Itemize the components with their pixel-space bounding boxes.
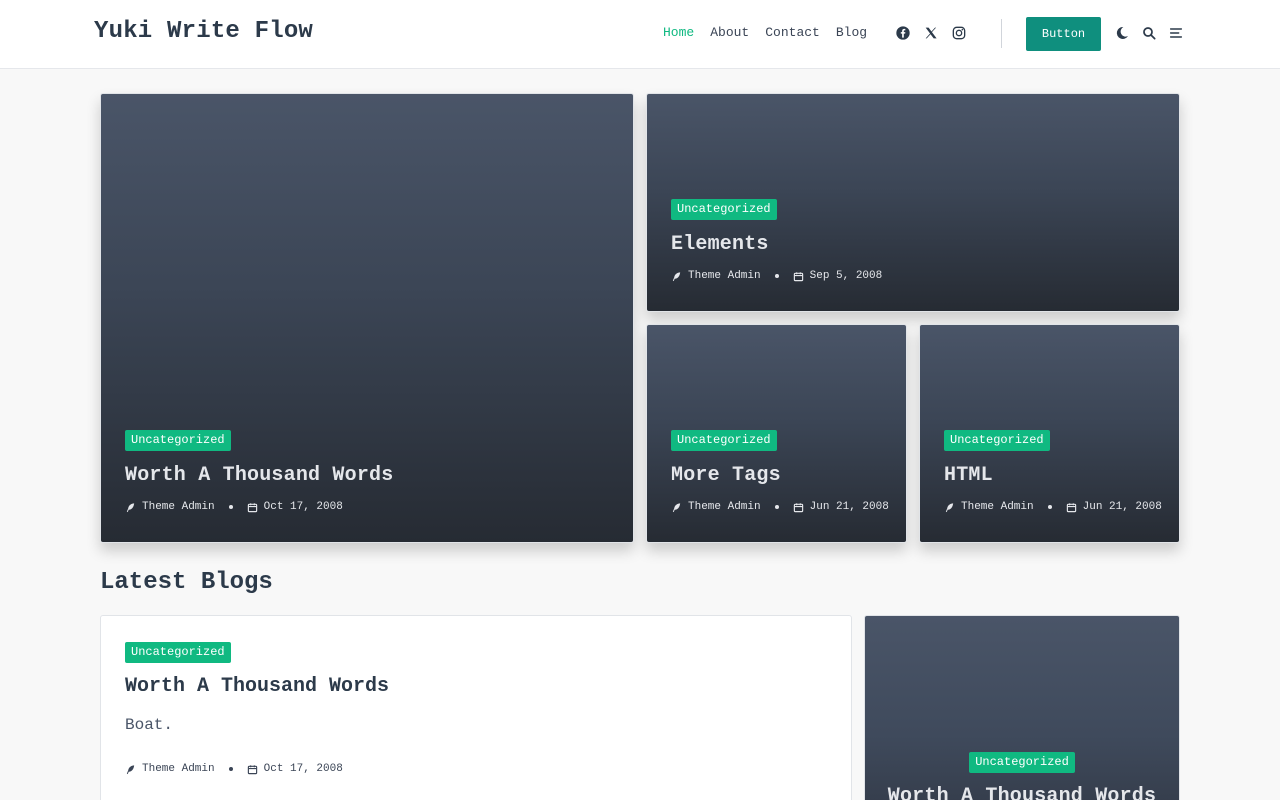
header-tools bbox=[1114, 23, 1184, 43]
section-heading: Latest Blogs bbox=[100, 569, 273, 596]
post-author[interactable]: Theme Admin bbox=[688, 501, 761, 513]
post-date: Jun 21, 2008 bbox=[1082, 501, 1162, 513]
hero-card-4[interactable]: Uncategorized HTML Theme Admin Jun 21, 2… bbox=[919, 324, 1180, 543]
calendar-icon bbox=[793, 271, 803, 281]
category-badge[interactable]: Uncategorized bbox=[671, 199, 777, 220]
feather-icon bbox=[672, 271, 681, 281]
moon-icon[interactable] bbox=[1114, 23, 1130, 43]
site-header: Yuki Write Flow Home About Contact Blog … bbox=[0, 0, 1280, 69]
latest-post-card[interactable]: Uncategorized Worth A Thousand Words Boa… bbox=[100, 615, 852, 800]
facebook-icon[interactable] bbox=[895, 23, 911, 43]
post-meta: Theme Admin Jun 21, 2008 bbox=[671, 501, 889, 513]
calendar-icon bbox=[247, 502, 257, 512]
post-date: Oct 17, 2008 bbox=[263, 501, 343, 513]
post-author[interactable]: Theme Admin bbox=[142, 501, 215, 513]
category-badge[interactable]: Uncategorized bbox=[125, 642, 231, 663]
main-nav: Home About Contact Blog bbox=[663, 25, 867, 40]
post-date: Oct 17, 2008 bbox=[263, 763, 343, 775]
post-meta: Theme Admin Jun 21, 2008 bbox=[944, 501, 1162, 513]
nav-blog[interactable]: Blog bbox=[836, 25, 867, 40]
social-links bbox=[895, 23, 967, 43]
category-badge[interactable]: Uncategorized bbox=[125, 430, 231, 451]
category-badge[interactable]: Uncategorized bbox=[944, 430, 1050, 451]
feather-icon bbox=[945, 502, 954, 512]
post-title[interactable]: HTML bbox=[944, 464, 1162, 487]
hero-card-2[interactable]: Uncategorized Elements Theme Admin Sep 5… bbox=[646, 93, 1180, 312]
post-title[interactable]: Worth A Thousand Words bbox=[125, 464, 393, 487]
post-meta: Theme Admin Oct 17, 2008 bbox=[125, 763, 343, 775]
search-icon[interactable] bbox=[1141, 23, 1157, 43]
post-title[interactable]: More Tags bbox=[671, 464, 889, 487]
post-title[interactable]: Worth A Thousand Words bbox=[865, 785, 1179, 800]
x-twitter-icon[interactable] bbox=[923, 23, 939, 43]
menu-icon[interactable] bbox=[1168, 23, 1184, 43]
nav-about[interactable]: About bbox=[710, 25, 749, 40]
nav-home[interactable]: Home bbox=[663, 25, 694, 40]
side-post-card[interactable]: Uncategorized Worth A Thousand Words bbox=[864, 615, 1180, 800]
calendar-icon bbox=[1066, 502, 1076, 512]
post-author[interactable]: Theme Admin bbox=[688, 270, 761, 282]
nav-contact[interactable]: Contact bbox=[765, 25, 820, 40]
post-author[interactable]: Theme Admin bbox=[961, 501, 1034, 513]
hero-card-3[interactable]: Uncategorized More Tags Theme Admin Jun … bbox=[646, 324, 907, 543]
category-badge[interactable]: Uncategorized bbox=[671, 430, 777, 451]
post-title[interactable]: Worth A Thousand Words bbox=[125, 675, 389, 698]
header-divider bbox=[1001, 19, 1002, 48]
hero-card-main[interactable]: Uncategorized Worth A Thousand Words The… bbox=[100, 93, 634, 543]
feather-icon bbox=[126, 764, 135, 774]
feather-icon bbox=[126, 502, 135, 512]
post-author[interactable]: Theme Admin bbox=[142, 763, 215, 775]
header-button[interactable]: Button bbox=[1026, 17, 1101, 51]
feather-icon bbox=[672, 502, 681, 512]
post-title[interactable]: Elements bbox=[671, 233, 882, 256]
calendar-icon bbox=[247, 764, 257, 774]
post-meta: Theme Admin Sep 5, 2008 bbox=[671, 270, 882, 282]
post-date: Sep 5, 2008 bbox=[809, 270, 883, 282]
post-date: Jun 21, 2008 bbox=[809, 501, 889, 513]
calendar-icon bbox=[793, 502, 803, 512]
post-excerpt: Boat. bbox=[125, 716, 174, 734]
site-title[interactable]: Yuki Write Flow bbox=[94, 18, 313, 45]
instagram-icon[interactable] bbox=[951, 23, 967, 43]
post-meta: Theme Admin Oct 17, 2008 bbox=[125, 501, 393, 513]
category-badge[interactable]: Uncategorized bbox=[969, 752, 1075, 773]
